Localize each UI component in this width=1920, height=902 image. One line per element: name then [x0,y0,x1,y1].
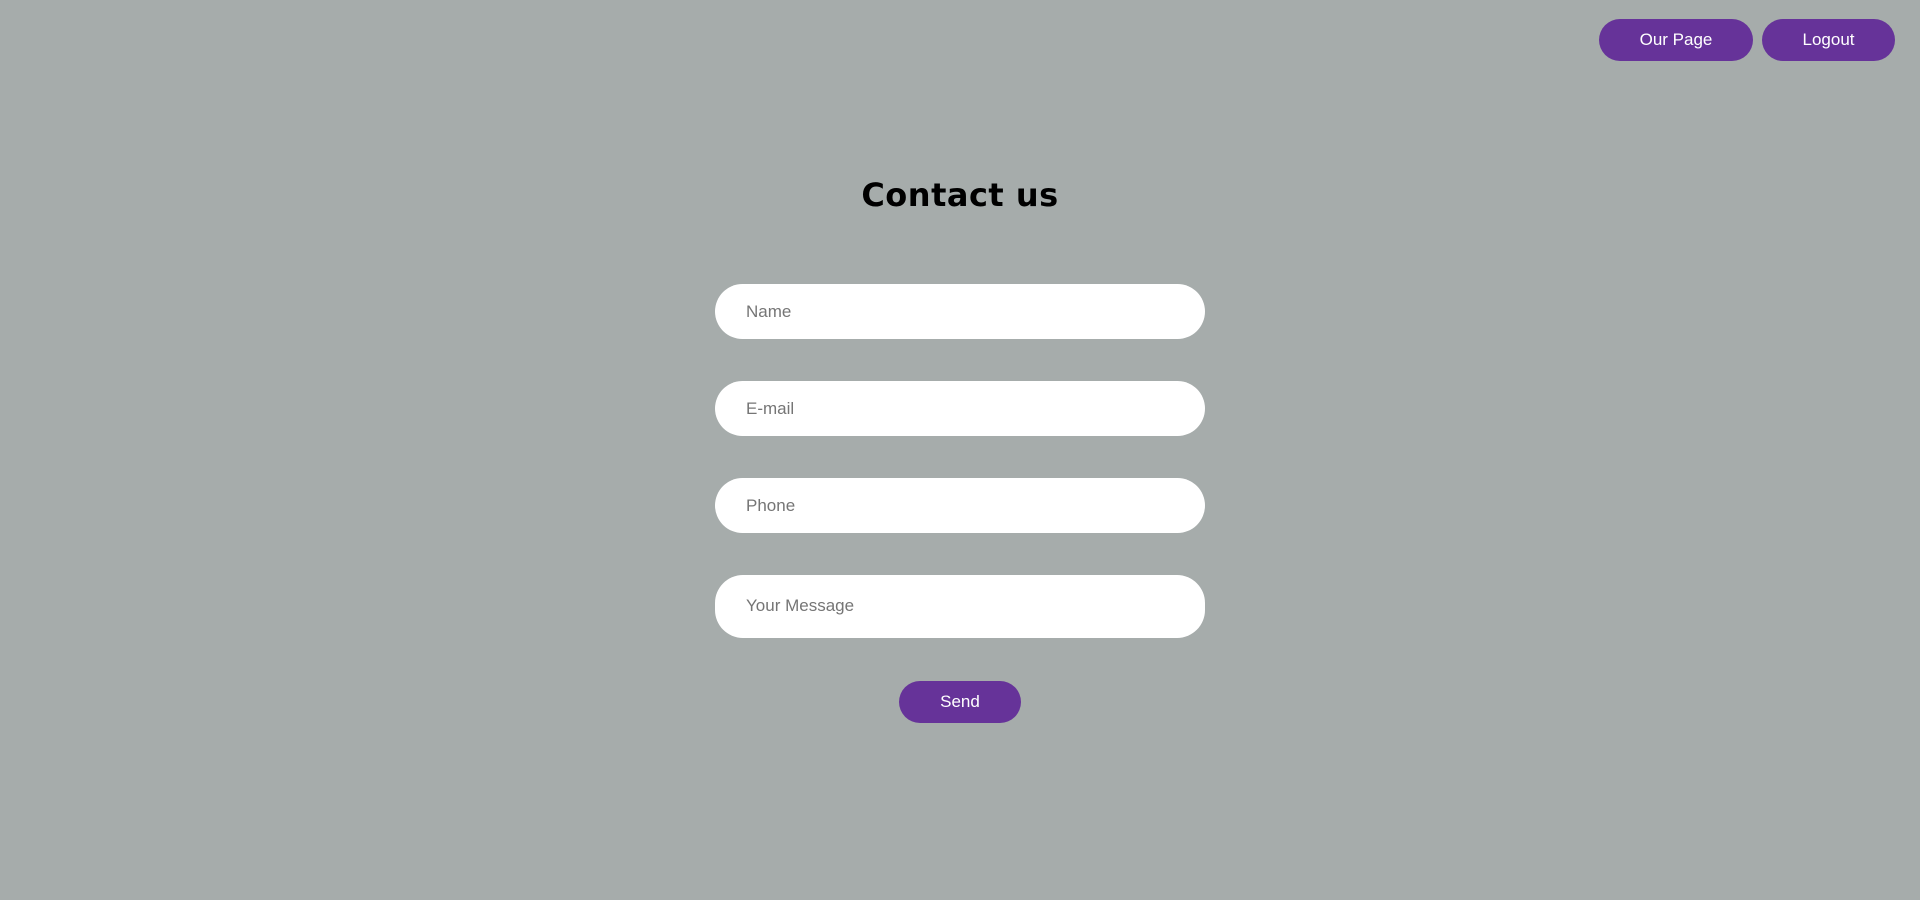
logout-button[interactable]: Logout [1762,19,1895,61]
email-input[interactable] [715,381,1205,436]
our-page-button[interactable]: Our Page [1599,19,1753,61]
send-button-container: Send [715,681,1205,723]
send-button[interactable]: Send [899,681,1021,723]
page-background: Our Page Logout Contact us Send [0,0,1920,900]
top-nav: Our Page Logout [1599,19,1895,61]
message-textarea[interactable] [715,575,1205,638]
name-input[interactable] [715,284,1205,339]
contact-form: Send [715,284,1205,723]
page-title: Contact us [861,176,1059,214]
phone-input[interactable] [715,478,1205,533]
